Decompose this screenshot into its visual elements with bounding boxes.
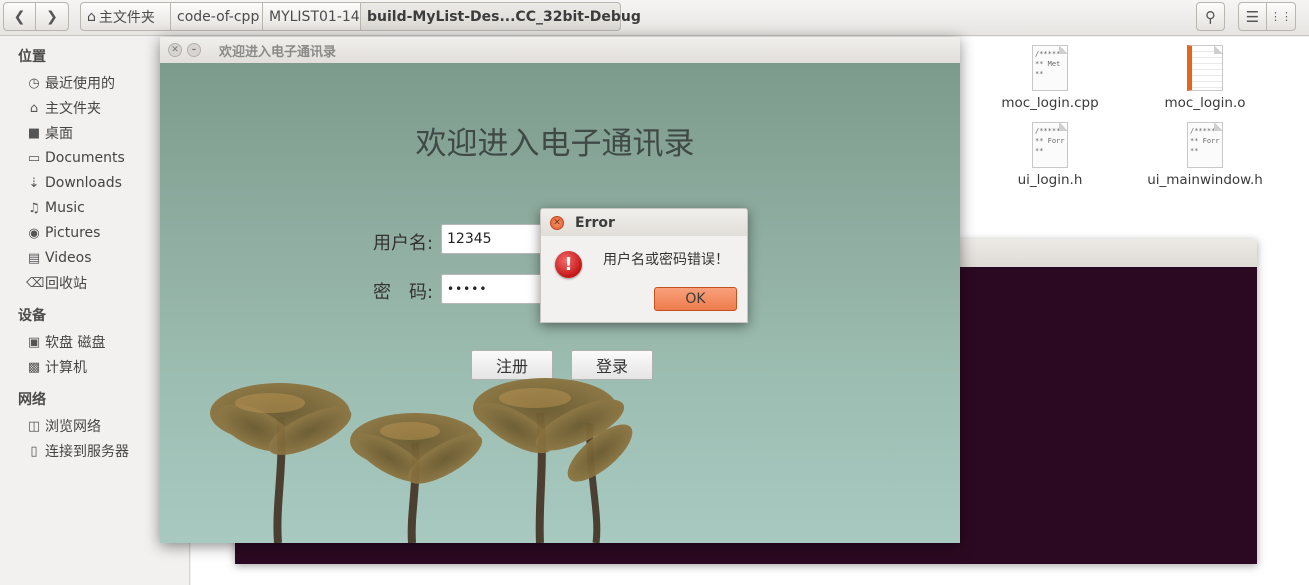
file-manager-toolbar: ❮ ❯ ⌂ 主文件夹 code-of-cpp MYLIST01-14 build… — [0, 0, 1309, 36]
chevron-left-icon: ❮ — [13, 8, 26, 25]
document-icon: ▭ — [27, 150, 41, 166]
breadcrumb-code-of-cpp[interactable]: code-of-cpp — [170, 2, 263, 31]
sidebar-item-recent[interactable]: ◷ 最近使用的 — [26, 72, 115, 94]
username-input[interactable]: 12345 — [441, 224, 551, 254]
minimize-icon: – — [191, 45, 197, 55]
download-icon: ⇣ — [28, 175, 40, 191]
file-moc-login-cpp[interactable]: /***** ** Met ** moc_login.cpp — [990, 45, 1110, 111]
close-button[interactable]: ✕ — [168, 43, 182, 57]
sidebar-item-trash[interactable]: ⌫ 回收站 — [26, 272, 87, 294]
file-name: ui_login.h — [1017, 172, 1083, 188]
minimize-button[interactable]: – — [187, 43, 201, 57]
breadcrumb-home[interactable]: ⌂ 主文件夹 — [80, 2, 171, 31]
sidebar-item-connect-server[interactable]: ▯ 连接到服务器 — [26, 440, 129, 462]
login-window-titlebar[interactable]: ✕ – 欢迎进入电子通讯录 — [160, 37, 960, 63]
sidebar-item-computer[interactable]: ▩ 计算机 — [26, 356, 87, 378]
camera-icon: ◉ — [28, 225, 40, 241]
sidebar-item-music[interactable]: ♫ Music — [26, 197, 85, 219]
music-icon: ♫ — [28, 200, 40, 216]
sidebar-item-pictures[interactable]: ◉ Pictures — [26, 222, 100, 244]
sidebar-item-floppy[interactable]: ▣ 软盘 磁盘 — [26, 331, 106, 353]
sidebar-item-desktop[interactable]: ■ 桌面 — [26, 122, 73, 144]
sidebar-section-places: 位置 — [18, 49, 46, 65]
file-moc-login-o[interactable]: moc_login.o — [1145, 45, 1265, 111]
grid-icon: ⋮⋮ — [1270, 10, 1292, 23]
home-icon: ⌂ — [87, 8, 96, 25]
error-icon: ! — [555, 251, 582, 278]
sidebar-item-downloads[interactable]: ⇣ Downloads — [26, 172, 122, 194]
error-dialog: ✕ Error ! 用户名或密码错误！ OK — [540, 208, 748, 323]
sidebar-section-devices: 设备 — [18, 308, 46, 324]
computer-icon: ▩ — [27, 359, 41, 375]
ok-button[interactable]: OK — [654, 287, 737, 311]
palm-trees-image — [210, 378, 633, 543]
grid-view-button[interactable]: ⋮⋮ — [1267, 2, 1296, 31]
object-file-icon — [1187, 45, 1223, 91]
text-file-icon: /***** ** Forr ** — [1187, 122, 1223, 168]
login-heading: 欢迎进入电子通讯录 — [415, 126, 695, 162]
search-button[interactable]: ⚲ — [1196, 2, 1225, 31]
floppy-icon: ▣ — [27, 334, 41, 350]
server-icon: ▯ — [30, 443, 38, 459]
password-label: 密 码: — [373, 282, 434, 303]
menu-icon: ☰ — [1245, 7, 1260, 26]
breadcrumb-build-folder[interactable]: build-MyList-Des...CC_32bit-Debug — [360, 2, 641, 31]
search-icon: ⚲ — [1205, 7, 1216, 26]
file-ui-mainwindow-h[interactable]: /***** ** Forr ** ui_mainwindow.h — [1145, 122, 1265, 188]
desktop-folder-icon: ■ — [27, 125, 41, 141]
text-file-icon: /***** ** Met ** — [1032, 45, 1068, 91]
ok-button-label: OK — [685, 291, 706, 307]
back-button[interactable]: ❮ — [3, 2, 36, 31]
file-name: moc_login.cpp — [1001, 95, 1099, 111]
sidebar-item-videos[interactable]: ▤ Videos — [26, 247, 92, 269]
clock-icon: ◷ — [28, 75, 40, 91]
error-dialog-titlebar[interactable]: ✕ Error — [541, 209, 747, 236]
breadcrumb-mylist01-14[interactable]: MYLIST01-14 — [262, 2, 361, 31]
file-name: moc_login.o — [1164, 95, 1246, 111]
forward-button[interactable]: ❯ — [36, 2, 69, 31]
close-icon: ✕ — [553, 217, 561, 228]
error-message: 用户名或密码错误！ — [603, 252, 729, 268]
sidebar-section-network: 网络 — [18, 392, 46, 408]
dialog-close-button[interactable]: ✕ — [550, 215, 564, 230]
chevron-right-icon: ❯ — [46, 8, 58, 25]
close-icon: ✕ — [171, 45, 179, 55]
dialog-title: Error — [575, 214, 615, 231]
trash-icon: ⌫ — [26, 275, 45, 291]
sidebar-item-documents[interactable]: ▭ Documents — [26, 147, 125, 169]
list-view-button[interactable]: ☰ — [1238, 2, 1267, 31]
file-ui-login-h[interactable]: /***** ** Forr ** ui_login.h — [990, 122, 1110, 188]
window-title: 欢迎进入电子通讯录 — [219, 44, 337, 60]
text-file-icon: /***** ** Forr ** — [1032, 122, 1068, 168]
sidebar-item-browse-network[interactable]: ◫ 浏览网络 — [26, 415, 101, 437]
sidebar-item-home[interactable]: ⌂ 主文件夹 — [26, 97, 101, 119]
network-icon: ◫ — [27, 418, 41, 434]
file-name: ui_mainwindow.h — [1147, 172, 1263, 188]
home-icon: ⌂ — [29, 100, 39, 116]
username-label: 用户名: — [373, 233, 434, 254]
password-input[interactable]: ••••• — [441, 274, 551, 304]
film-icon: ▤ — [27, 250, 41, 266]
